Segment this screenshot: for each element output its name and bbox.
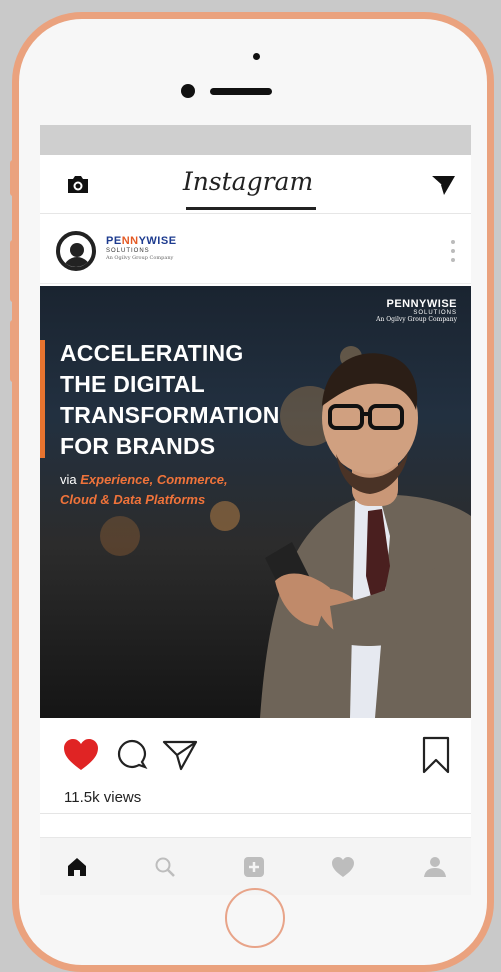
view-count: 11.5k views: [64, 789, 142, 806]
heart-icon[interactable]: [62, 738, 100, 772]
comment-bubble-icon[interactable]: [116, 738, 148, 770]
image-brand-credit: PENNYWISE SOLUTIONS An Ogilvy Group Comp…: [376, 298, 457, 323]
nav-search[interactable]: [150, 852, 180, 882]
brand-tag: An Ogilvy Group Company: [106, 255, 174, 261]
bottom-navigation: [40, 837, 471, 895]
phone-volume-up: [10, 240, 17, 302]
account-name[interactable]: PENNYWISE SOLUTIONS An Ogilvy Group Comp…: [106, 235, 177, 262]
post-image[interactable]: PENNYWISE SOLUTIONS An Ogilvy Group Comp…: [40, 286, 471, 718]
avatar-shoulders: [63, 257, 91, 267]
post-header: PENNYWISE SOLUTIONS An Ogilvy Group Comp…: [40, 217, 471, 284]
image-subline: via Experience, Commerce, Cloud & Data P…: [60, 472, 228, 507]
bokeh-light: [100, 516, 140, 556]
phone-side-button: [10, 160, 17, 196]
phone-home-button[interactable]: [225, 888, 285, 948]
bookmark-icon[interactable]: [420, 736, 452, 774]
activity-heart-icon: [332, 857, 354, 877]
vertical-dots-icon[interactable]: [450, 239, 456, 263]
phone-front-camera: [181, 84, 195, 98]
nav-activity[interactable]: [328, 852, 358, 882]
accent-bar: [40, 340, 45, 458]
paper-plane-outline-icon[interactable]: [162, 738, 198, 772]
paper-plane-icon[interactable]: [430, 173, 456, 197]
status-bar: [40, 125, 471, 155]
instagram-logo: Instagram: [182, 167, 314, 196]
image-headline: ACCELERATING THE DIGITAL TRANSFORMATION …: [60, 340, 280, 459]
add-icon: [244, 857, 264, 877]
search-icon: [155, 857, 175, 877]
divider: [40, 813, 471, 814]
nav-add[interactable]: [239, 852, 269, 882]
camera-icon[interactable]: [66, 173, 90, 195]
home-icon: [68, 858, 86, 876]
nav-profile[interactable]: [420, 852, 450, 882]
brand-wordmark: PENNYWISE: [106, 235, 177, 247]
logo-underline: [186, 207, 316, 210]
nav-home[interactable]: [62, 852, 92, 882]
instagram-top-bar: Instagram: [40, 155, 471, 214]
avatar[interactable]: [56, 231, 96, 271]
brand-sub: SOLUTIONS: [106, 248, 150, 254]
phone-speaker: [210, 88, 272, 95]
profile-icon: [424, 857, 446, 877]
phone-sensor: [253, 53, 260, 60]
avatar-head: [70, 243, 84, 257]
phone-volume-down: [10, 320, 17, 382]
post-actions: [40, 718, 471, 788]
instagram-screen: Instagram PENNYWISE SOLUTIONS An Ogilvy …: [40, 125, 471, 895]
